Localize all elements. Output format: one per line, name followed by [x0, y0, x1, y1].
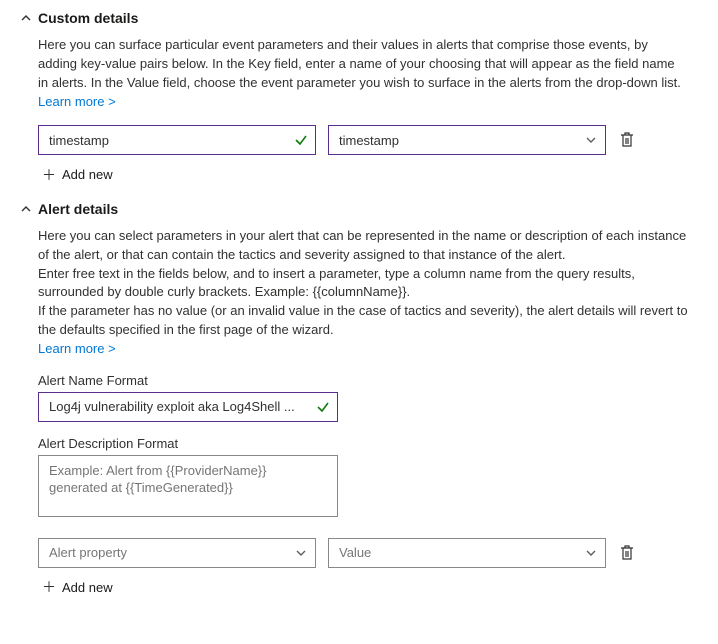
custom-details-desc-text: Here you can surface particular event pa… — [38, 37, 681, 90]
alert-add-new-label: Add new — [62, 580, 113, 595]
alert-name-format-label: Alert Name Format — [38, 373, 688, 388]
alert-desc-p3: If the parameter has no value (or an inv… — [38, 303, 688, 337]
custom-details-description: Here you can surface particular event pa… — [38, 36, 688, 111]
custom-key-input[interactable]: timestamp — [38, 125, 316, 155]
custom-add-new-label: Add new — [62, 167, 113, 182]
alert-value-placeholder: Value — [339, 545, 371, 560]
alert-property-dropdown[interactable]: Alert property — [38, 538, 316, 568]
custom-add-new-button[interactable]: ＋ Add new — [38, 167, 113, 182]
alert-details-header[interactable]: Alert details — [20, 201, 698, 217]
alert-property-placeholder: Alert property — [49, 545, 127, 560]
chevron-up-icon — [20, 203, 32, 215]
custom-details-section: Custom details Here you can surface part… — [20, 10, 698, 183]
chevron-down-icon — [583, 545, 599, 561]
custom-details-header[interactable]: Custom details — [20, 10, 698, 26]
alert-add-new-button[interactable]: ＋ Add new — [38, 580, 113, 595]
alert-name-format-input[interactable]: Log4j vulnerability exploit aka Log4Shel… — [38, 392, 338, 422]
delete-row-button[interactable] — [618, 544, 636, 562]
checkmark-icon — [315, 399, 331, 415]
delete-row-button[interactable] — [618, 131, 636, 149]
plus-icon: ＋ — [42, 168, 56, 182]
alert-desc-p2: Enter free text in the fields below, and… — [38, 266, 635, 300]
alert-name-format-value: Log4j vulnerability exploit aka Log4Shel… — [49, 399, 295, 414]
alert-details-learn-more-link[interactable]: Learn more > — [38, 341, 116, 356]
custom-value-dropdown[interactable]: timestamp — [328, 125, 606, 155]
alert-details-description: Here you can select parameters in your a… — [38, 227, 688, 359]
custom-details-title: Custom details — [38, 10, 138, 26]
alert-desc-format-label: Alert Description Format — [38, 436, 688, 451]
alert-desc-format-textarea[interactable] — [38, 455, 338, 517]
plus-icon: ＋ — [42, 580, 56, 594]
alert-value-dropdown[interactable]: Value — [328, 538, 606, 568]
chevron-down-icon — [293, 545, 309, 561]
chevron-up-icon — [20, 12, 32, 24]
custom-details-learn-more-link[interactable]: Learn more > — [38, 94, 116, 109]
custom-key-value: timestamp — [49, 133, 109, 148]
alert-details-title: Alert details — [38, 201, 118, 217]
alert-desc-p1: Here you can select parameters in your a… — [38, 228, 686, 262]
alert-details-section: Alert details Here you can select parame… — [20, 201, 698, 595]
checkmark-icon — [293, 132, 309, 148]
custom-value-text: timestamp — [339, 133, 399, 148]
chevron-down-icon — [583, 132, 599, 148]
